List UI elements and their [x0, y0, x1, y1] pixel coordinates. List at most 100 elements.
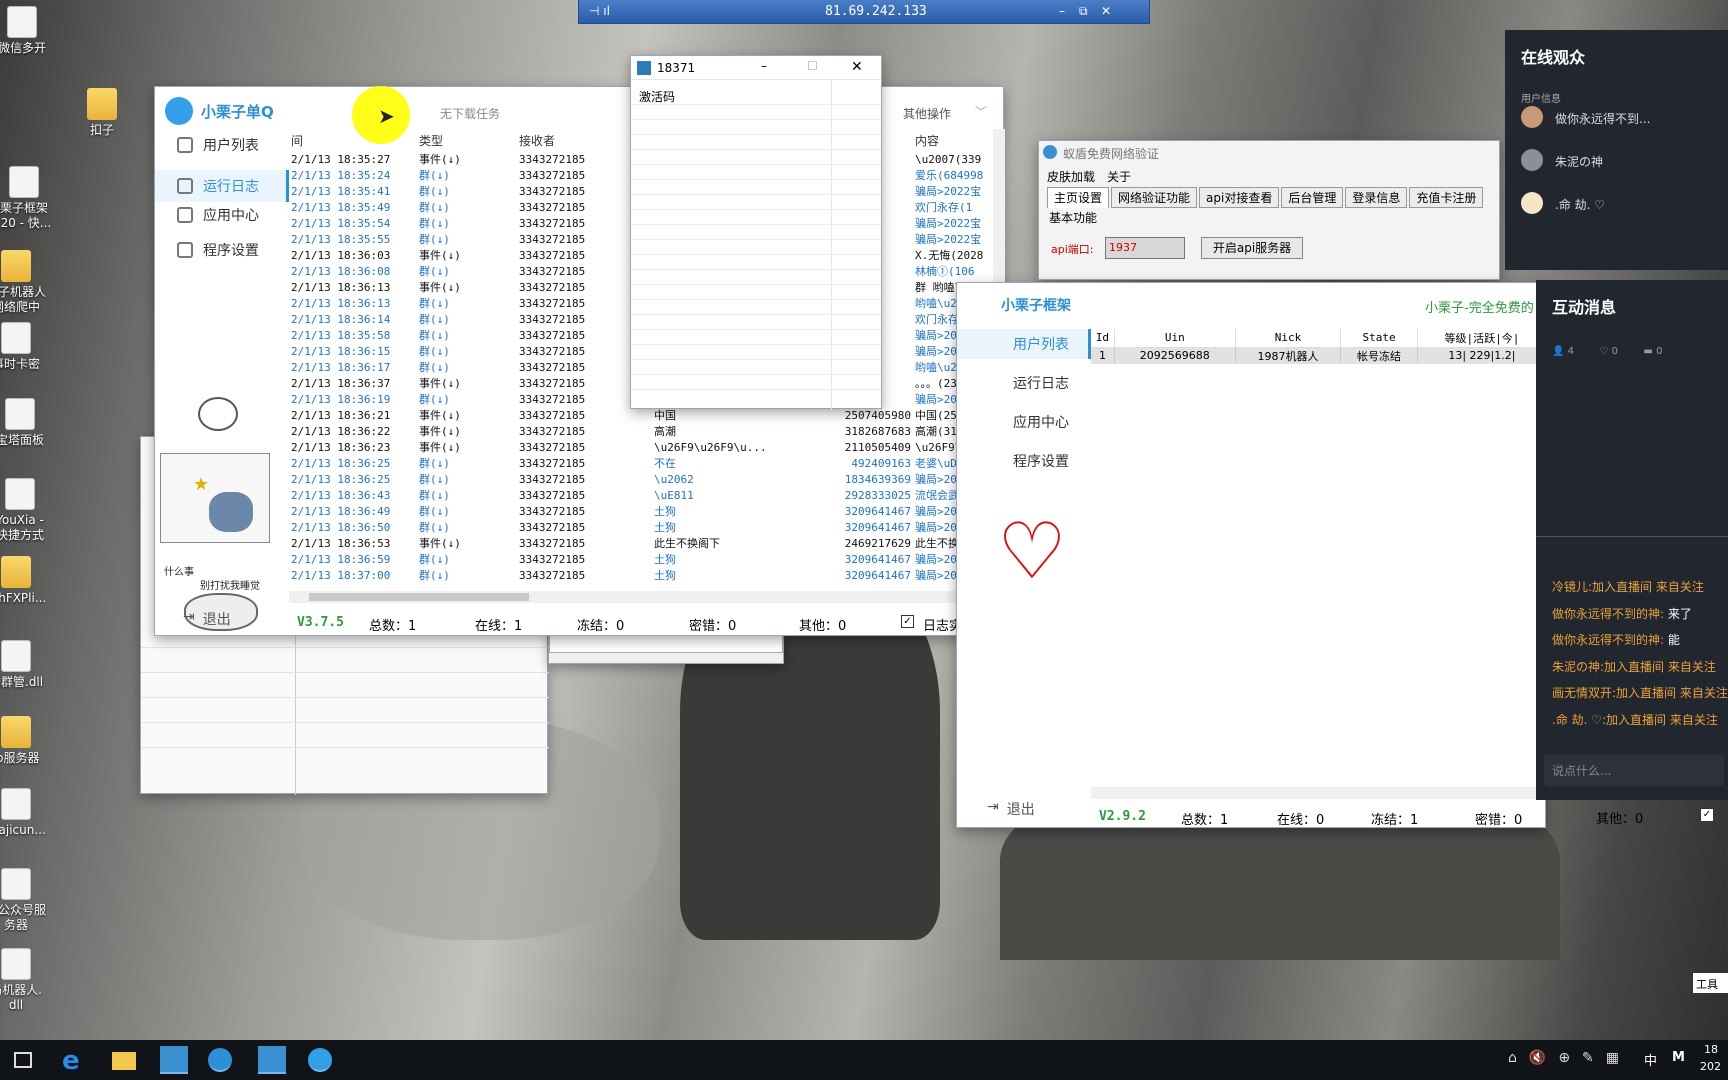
horizontal-scrollbar[interactable]: [289, 591, 989, 603]
framework-sidebar-item-3[interactable]: 程序设置: [957, 446, 1091, 476]
desktop-icon-label: YouXia - 快捷方式: [0, 513, 44, 542]
row-type: 群(↓): [419, 505, 450, 518]
maximize-icon[interactable]: ☐: [807, 59, 818, 73]
remote-desktop-bar[interactable]: ⊣ ıl 81.69.242.133 – ⧉ ✕: [578, 0, 1150, 24]
desktop-icon[interactable]: tuajicun...: [0, 788, 56, 838]
desktop-icon[interactable]: 云群管.dll: [0, 640, 56, 690]
start-api-button[interactable]: 开启api服务器: [1201, 237, 1303, 259]
col-type[interactable]: 类型: [417, 129, 517, 151]
pin-icon[interactable]: ⊣ ıl: [589, 4, 610, 18]
desktop-icon[interactable]: 事时卡密: [0, 322, 56, 372]
framework-sidebar-item-0[interactable]: 用户列表: [957, 329, 1091, 359]
framework-sidebar-item-1[interactable]: 运行日志: [957, 368, 1091, 398]
logout-button[interactable]: ⇥ 退出: [183, 609, 231, 629]
sidebar-item-logs[interactable]: 运行日志: [155, 170, 289, 202]
framework-sidebar-item-2[interactable]: 应用中心: [957, 407, 1091, 437]
restore-icon[interactable]: ⧉: [1079, 4, 1088, 19]
table-row[interactable]: 2/1/13 18:36:59 群(↓) 3343272185 土狗 320964146…: [289, 551, 1001, 567]
tab-3[interactable]: 后台管理: [1281, 187, 1344, 208]
framework-taskbar-icon[interactable]: [208, 1048, 232, 1072]
ie-icon[interactable]: e: [62, 1046, 80, 1076]
framework-logout-button[interactable]: ⇥ 退出: [987, 799, 1035, 819]
sidebar-item-apps[interactable]: 应用中心: [177, 205, 259, 225]
horizontal-scrollbar[interactable]: [1091, 787, 1547, 799]
table-row[interactable]: 2/1/13 18:36:22 事件(↓) 3343272185 高潮 31826876…: [289, 423, 1001, 439]
star-icon: ★: [193, 474, 210, 495]
desktop-icon[interactable]: 栗子机器人 网络爬中: [0, 250, 56, 315]
tab-4[interactable]: 登录信息: [1345, 187, 1408, 208]
sidebar-item-users[interactable]: 用户列表: [177, 135, 259, 155]
tab-1[interactable]: 网络验证功能: [1111, 187, 1198, 208]
table-row[interactable]: 1 2092569688 1987机器人 帐号冻结 13| 229|1.2|: [1091, 347, 1548, 364]
col-content[interactable]: 内容: [913, 129, 1001, 151]
clock-date[interactable]: 202: [1700, 1060, 1721, 1073]
audience-user[interactable]: .命 劫. ♡: [1555, 196, 1605, 213]
toolbar-tip[interactable]: 工具: [1692, 972, 1728, 994]
popup-taskbar-icon[interactable]: [258, 1046, 286, 1074]
row-type: 群(↓): [419, 185, 450, 198]
autoscroll-checkbox[interactable]: ✓: [901, 615, 914, 628]
column-header[interactable]: Nick: [1235, 329, 1342, 347]
sidebar-item-settings[interactable]: 程序设置: [177, 240, 259, 260]
clock-time[interactable]: 18: [1704, 1043, 1718, 1056]
audience-user[interactable]: 朱泥の神: [1555, 153, 1603, 170]
remote-ip: 81.69.242.133: [825, 4, 927, 19]
table-row[interactable]: 2/1/13 18:36:43 群(↓) 3343272185 \uE811 29283…: [289, 487, 1001, 503]
tray-icons[interactable]: ⌂🔇⊕✎▦: [1508, 1050, 1631, 1066]
user-table[interactable]: Id Uin Nick State 等级|活跃|今| 1 2092569688 1987机器…: [1091, 329, 1548, 779]
chat-input[interactable]: 说点什么...: [1544, 754, 1724, 786]
row-type: 群(↓): [419, 345, 450, 358]
ime-language[interactable]: 中: [1644, 1050, 1657, 1069]
chevron-down-icon[interactable]: ﹀: [975, 103, 987, 120]
table-row[interactable]: 2/1/13 18:36:21 事件(↓) 3343272185 中国 25074059…: [289, 407, 1001, 423]
table-row[interactable]: 2/1/13 18:37:00 群(↓) 3343272185 土狗 320964146…: [289, 567, 1001, 583]
desktop-icon[interactable]: 信公众号服 务器: [0, 868, 56, 933]
column-header[interactable]: Id: [1091, 329, 1115, 347]
table-row[interactable]: 2/1/13 18:36:53 事件(↓) 3343272185 此生不换阁下 2469…: [289, 535, 1001, 551]
desktop-icon[interactable]: ip服务器: [0, 716, 56, 766]
tab-2[interactable]: api对接查看: [1199, 187, 1280, 208]
table-row[interactable]: 2/1/13 18:36:25 群(↓) 3343272185 不在 492409163…: [289, 455, 1001, 471]
ime-mode[interactable]: M: [1672, 1050, 1685, 1065]
popup-titlebar[interactable]: 18371 – ☐ ✕: [631, 56, 881, 80]
avatar[interactable]: [1521, 106, 1543, 128]
tab-5[interactable]: 充值卡注册: [1409, 187, 1484, 208]
chat-message-text: 来了: [1664, 606, 1692, 621]
row-qq: 2507405980: [844, 408, 911, 422]
column-header[interactable]: State: [1340, 329, 1418, 347]
table-row[interactable]: 2/1/13 18:36:49 群(↓) 3343272185 土狗 320964146…: [289, 503, 1001, 519]
avatar[interactable]: [1521, 192, 1543, 214]
minimize-icon[interactable]: –: [1059, 4, 1065, 18]
api-port-input[interactable]: 1937: [1105, 237, 1185, 259]
avatar[interactable]: [1521, 149, 1543, 171]
desktop-icon[interactable]: 微信多开: [0, 6, 62, 56]
table-row[interactable]: 2/1/13 18:36:25 群(↓) 3343272185 \u2062 18346…: [289, 471, 1001, 487]
close-icon[interactable]: ✕: [851, 59, 863, 75]
popup-row-line: [631, 389, 881, 390]
desktop-icon[interactable]: 局机器人. dll: [0, 948, 56, 1013]
antshield-taskbar-icon[interactable]: [160, 1046, 188, 1074]
file-explorer-icon[interactable]: [112, 1052, 136, 1070]
table-row[interactable]: 2/1/13 18:36:23 事件(↓) 3343272185 \u26F9\u26…: [289, 439, 1001, 455]
minimize-icon[interactable]: –: [761, 59, 767, 73]
desktop-icon[interactable]: sshFXPli...: [0, 556, 56, 606]
desktop-icon[interactable]: 扣子: [62, 88, 142, 138]
task-view-icon[interactable]: [14, 1052, 32, 1068]
menu-skin[interactable]: 皮肤加载: [1047, 168, 1095, 185]
desktop-icon-label: 事时卡密: [0, 357, 40, 371]
column-header[interactable]: Uin: [1114, 329, 1236, 347]
logout-icon: ⇥: [987, 799, 999, 815]
framework-checkbox[interactable]: ✓: [1700, 808, 1714, 822]
other-ops-menu[interactable]: 其他操作: [903, 105, 951, 122]
sidebar-item-label: 用户列表: [1013, 337, 1069, 353]
desktop-icon[interactable]: YouXia - 快捷方式: [0, 478, 60, 543]
column-header[interactable]: 等级|活跃|今|: [1417, 329, 1548, 347]
singleq-taskbar-icon[interactable]: [308, 1048, 332, 1072]
audience-user[interactable]: 做你永远得不到...: [1555, 110, 1650, 127]
tab-0[interactable]: 主页设置: [1047, 187, 1110, 208]
close-icon[interactable]: ✕: [1101, 4, 1111, 18]
desktop-icon[interactable]: 栗子框架 .20 - 快...: [0, 166, 64, 231]
table-row[interactable]: 2/1/13 18:36:50 群(↓) 3343272185 土狗 320964146…: [289, 519, 1001, 535]
menu-about[interactable]: 关于: [1107, 168, 1131, 185]
desktop-icon[interactable]: 宝塔面板: [0, 398, 60, 448]
